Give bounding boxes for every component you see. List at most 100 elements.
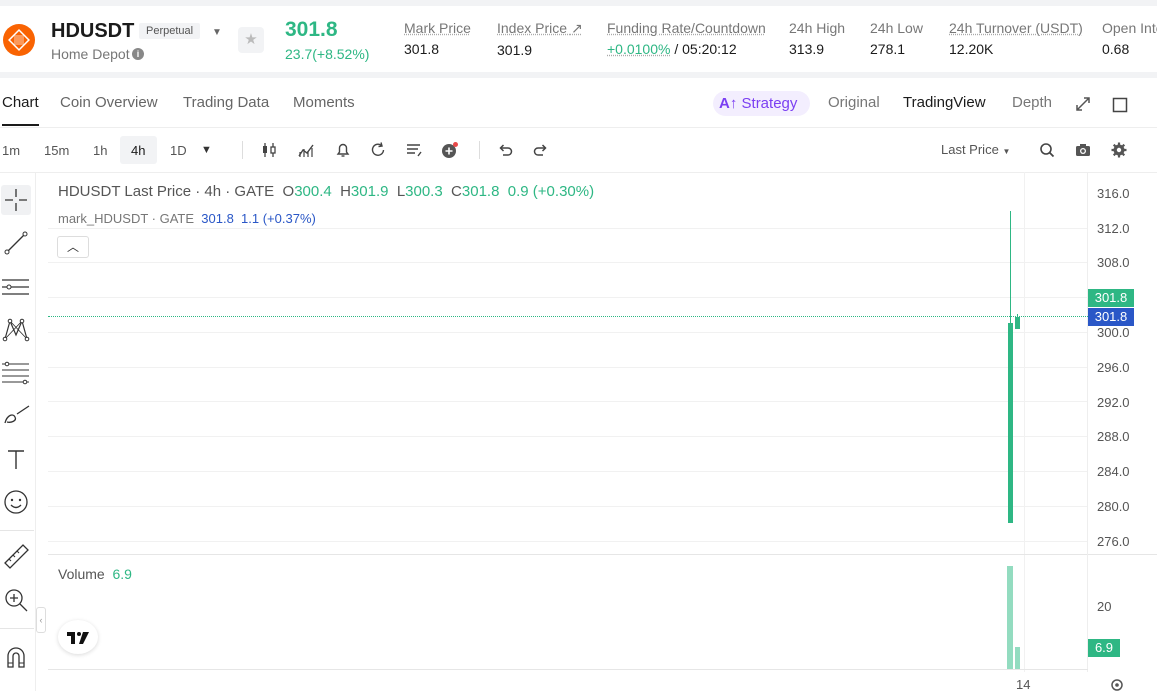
tab-chart[interactable]: Chart	[2, 94, 39, 126]
grid-line	[1024, 172, 1025, 672]
close-label: C	[451, 183, 462, 200]
tab-tradingview[interactable]: TradingView	[903, 94, 986, 111]
brush-tool-icon[interactable]	[1, 401, 31, 431]
stat-label[interactable]: Mark Price	[404, 20, 471, 36]
redo-icon[interactable]	[532, 141, 550, 159]
trend-line-tool-icon[interactable]	[1, 228, 31, 258]
company-name: Home Depot	[51, 46, 130, 62]
stat-label[interactable]: Funding Rate/Countdown	[607, 20, 766, 36]
pattern-tool-icon[interactable]	[1, 315, 31, 345]
crosshair-tool-icon[interactable]	[1, 185, 31, 215]
candle-type-icon[interactable]	[260, 141, 278, 159]
symbol-name[interactable]: HDUSDT	[51, 20, 134, 43]
stat-value: +0.0100% / 05:20:12	[607, 41, 766, 57]
low-value: 300.3	[405, 183, 443, 200]
camera-icon[interactable]	[1074, 141, 1092, 159]
price-type-select[interactable]: Last Price ▼	[941, 142, 1010, 157]
stat-value: 12.20K	[949, 41, 994, 57]
add-indicator-icon[interactable]	[441, 141, 459, 159]
stat-mark-price: Mark Price 301.8	[404, 20, 471, 57]
magnet-icon[interactable]	[1, 643, 31, 673]
text-tool-icon[interactable]	[1, 444, 31, 474]
info-icon[interactable]: i	[132, 48, 144, 60]
price-axis-label: 276.0	[1097, 534, 1130, 549]
search-icon[interactable]	[1038, 141, 1056, 159]
timeframe-15m[interactable]: 15m	[44, 143, 69, 158]
stat-label-text: Index Price	[497, 20, 568, 36]
mark-value: 301.8	[201, 211, 234, 226]
collapse-toolbar-icon[interactable]: ‹	[36, 607, 46, 633]
fib-tool-icon[interactable]	[1, 358, 31, 388]
high-label: H	[340, 183, 351, 200]
strategy-button[interactable]: A↑ Strategy	[713, 91, 810, 116]
low-label: L	[396, 183, 406, 200]
replay-icon[interactable]	[369, 141, 387, 159]
time-axis-label: 14	[1016, 677, 1031, 691]
price-type-label: Last Price	[941, 142, 999, 157]
horizontal-lines-tool-icon[interactable]	[1, 272, 31, 302]
expand-icon[interactable]	[1075, 96, 1091, 112]
chevron-down-icon: ▼	[1002, 147, 1011, 156]
series-title: mark_HDUSDT · GATE	[58, 211, 195, 226]
timeframe-1m[interactable]: 1m	[2, 143, 20, 158]
timeframe-4h[interactable]: 4h	[131, 143, 145, 158]
stat-value: 0.68	[1102, 41, 1130, 57]
stat-open-interest: Open Inte 0.68	[1102, 20, 1157, 57]
grid-line	[48, 436, 1088, 437]
high-value: 301.9	[350, 183, 389, 200]
chevron-up-icon: ︿	[66, 240, 79, 254]
grid-line	[48, 541, 1088, 542]
open-label: O	[282, 183, 295, 200]
tab-trading-data[interactable]: Trading Data	[183, 94, 269, 111]
pane-divider	[48, 554, 1157, 555]
volume-bar	[1007, 566, 1013, 669]
axis-settings-icon[interactable]	[1109, 677, 1125, 691]
grid-line	[48, 506, 1088, 507]
tab-depth[interactable]: Depth	[1012, 94, 1052, 111]
strategy-label: Strategy	[741, 95, 798, 112]
timeframe-1h[interactable]: 1h	[93, 143, 107, 158]
chevron-down-icon[interactable]: ▼	[212, 27, 222, 38]
funding-countdown: / 05:20:12	[674, 41, 737, 57]
emoji-tool-icon[interactable]	[1, 487, 31, 517]
grid-line	[48, 332, 1088, 333]
volume-legend: Volume 6.9	[58, 566, 132, 582]
alert-bell-icon[interactable]	[334, 141, 352, 159]
legend-collapse-button[interactable]: ︿	[57, 236, 89, 258]
volume-label: Volume	[58, 566, 105, 582]
candle-wick	[1010, 211, 1011, 323]
stat-label[interactable]: 24h Turnover (USDT)	[949, 20, 1083, 36]
price-axis-label: 308.0	[1097, 255, 1130, 270]
grid-line	[48, 401, 1088, 402]
timeframe-1d[interactable]: 1D	[170, 143, 187, 158]
tradingview-logo[interactable]	[58, 620, 98, 654]
stat-label[interactable]: Index Price ↗	[497, 20, 583, 37]
ruler-tool-icon[interactable]	[1, 541, 31, 571]
grid-line	[48, 471, 1088, 472]
grid-line	[48, 367, 1088, 368]
volume-value: 6.9	[112, 566, 132, 582]
templates-icon[interactable]	[405, 141, 423, 159]
favorite-star-icon[interactable]: ★	[238, 27, 264, 53]
undo-icon[interactable]	[496, 141, 514, 159]
grid-line	[48, 297, 1088, 298]
tab-moments[interactable]: Moments	[293, 94, 355, 111]
price-axis-label: 296.0	[1097, 360, 1130, 375]
strategy-ai-icon: A↑	[719, 95, 738, 112]
stat-value: 301.9	[497, 42, 533, 58]
zoom-in-icon[interactable]	[1, 585, 31, 615]
window-icon[interactable]	[1112, 97, 1128, 113]
tab-coin-overview[interactable]: Coin Overview	[60, 94, 158, 111]
timeframe-dropdown-icon[interactable]: ▼	[201, 144, 212, 156]
price-axis-label: 316.0	[1097, 186, 1130, 201]
stat-label: Open Inte	[1102, 20, 1157, 36]
last-price-line	[48, 316, 1088, 317]
contract-type-badge: Perpetual	[139, 23, 201, 39]
indicators-icon[interactable]	[297, 141, 315, 159]
time-axis-border	[48, 669, 1088, 670]
volume-bar	[1015, 647, 1020, 669]
volume-axis-label: 20	[1097, 599, 1112, 614]
mark-change: 1.1 (+0.37%)	[241, 211, 316, 226]
settings-gear-icon[interactable]	[1110, 141, 1128, 159]
tab-original[interactable]: Original	[828, 94, 880, 111]
